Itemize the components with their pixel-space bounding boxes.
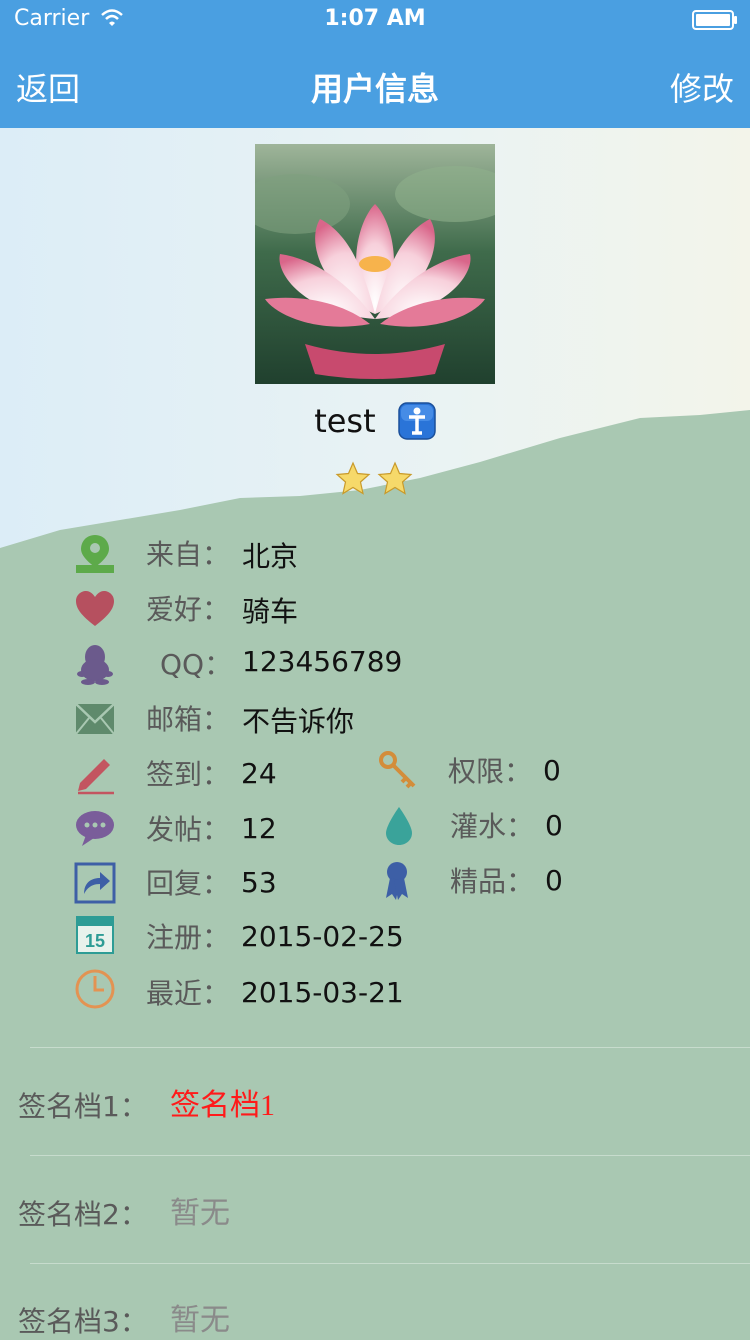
hobby-row: 爱好： 骑车 [74,588,474,628]
clock-icon [75,969,115,1009]
water-drop-icon [386,807,412,845]
signature-value: 签名档1 [170,1089,275,1122]
signature-value: 暂无 [170,1196,230,1231]
register-row: 15 注册： 2015-02-25 [74,914,474,954]
recent-row: 最近： 2015-03-21 [74,968,474,1010]
star-icon [335,461,371,495]
battery-icon [692,10,737,30]
qq-penguin-icon [77,645,113,685]
speech-bubble-icon [76,811,114,846]
status-bar: Carrier 1:07 AM [0,0,750,40]
svg-text:15: 15 [85,931,105,951]
signature-value: 暂无 [170,1303,230,1338]
checkin-row: 签到： 24 [74,753,374,795]
edit-button[interactable]: 修改 [670,64,734,110]
key-icon [379,751,416,789]
avatar[interactable] [255,144,495,384]
rating-stars [335,461,413,495]
divider [30,1155,750,1156]
page-title: 用户信息 [310,70,439,108]
signature-label: 签名档3： [18,1305,148,1338]
divider [30,1263,750,1264]
permission-row: 权限： 0 [378,750,678,790]
info-icon[interactable] [398,402,436,440]
calendar-icon: 15 [76,916,114,954]
reply-icon [74,862,116,904]
star-icon [377,461,413,495]
elite-row: 精品： 0 [378,860,678,900]
username-row: test [0,400,750,440]
location-icon [76,535,114,573]
heart-icon [76,591,114,626]
signature-label: 签名档1： [18,1090,148,1123]
replies-row: 回复： 53 [74,862,374,904]
profile-content: test 来自： 北京 爱好： 骑车 QQ： 123456789 邮箱： 不告诉… [0,0,750,1338]
divider [30,1047,750,1048]
posts-row: 发帖： 12 [74,808,374,848]
status-time: 1:07 AM [324,6,426,31]
ribbon-badge-icon [386,862,408,900]
qq-row: QQ： 123456789 [74,643,474,685]
signature-label: 签名档2： [18,1198,148,1231]
email-row: 邮箱： 不告诉你 [74,698,474,738]
from-row: 来自： 北京 [74,533,474,573]
envelope-icon [75,703,115,735]
username: test [314,402,376,440]
navigation-bar: Carrier 1:07 AM 返回 用户信息 修改 [0,0,750,128]
water-row: 灌水： 0 [378,805,678,845]
pencil-icon [78,759,114,795]
